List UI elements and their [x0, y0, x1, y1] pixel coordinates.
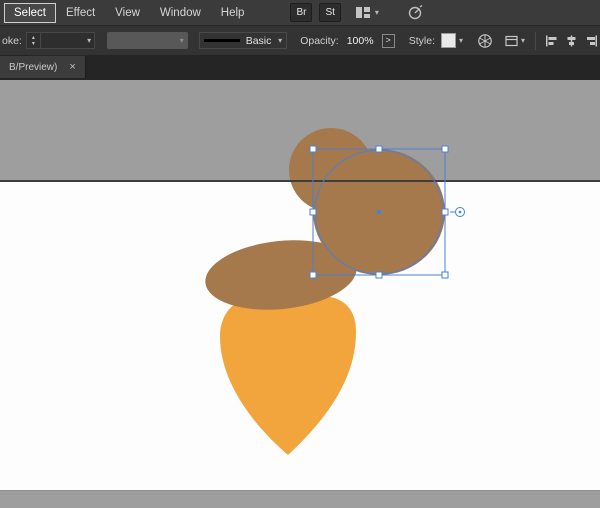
opacity-label: Opacity:: [300, 34, 339, 47]
variable-width-dropdown[interactable]: ▾: [107, 32, 188, 49]
selection-handle-e[interactable]: [441, 208, 449, 216]
artboard-top-edge: [0, 180, 600, 182]
document-tab-label: B/Preview): [9, 61, 58, 73]
selection-handle-se[interactable]: [441, 271, 449, 279]
menu-select[interactable]: Select: [4, 2, 56, 23]
menu-window[interactable]: Window: [150, 3, 211, 23]
selection-center-point[interactable]: [377, 210, 381, 214]
stroke-weight-field[interactable]: ▴ ▾ ▾: [25, 32, 96, 49]
chevron-down-icon: ▾: [459, 35, 464, 45]
selection-handle-nw[interactable]: [309, 145, 317, 153]
selection-handle-w[interactable]: [309, 208, 317, 216]
align-left-icon[interactable]: [545, 35, 558, 47]
menu-bar: Select Effect View Window Help Br St ▾: [0, 0, 600, 26]
chevron-down-icon[interactable]: ▾: [87, 36, 94, 45]
recolor-artwork-icon[interactable]: [477, 33, 493, 49]
chevron-down-icon: ▾: [521, 35, 526, 45]
close-icon[interactable]: ×: [69, 61, 75, 73]
align-right-icon[interactable]: [585, 35, 598, 47]
style-swatch: [441, 33, 457, 48]
brush-style-name: Basic: [245, 34, 272, 47]
align-center-icon[interactable]: [565, 35, 578, 47]
stepper-down-icon[interactable]: ▾: [27, 41, 40, 47]
selection-handle-ne[interactable]: [441, 145, 449, 153]
opacity-value[interactable]: 100%: [347, 35, 374, 47]
rotation-widget-dot: [458, 210, 462, 214]
control-bar: oke: ▴ ▾ ▾ ▾ Basic ▾ Opacity: 100% > Sty…: [0, 26, 600, 56]
graphic-style-dropdown[interactable]: ▾: [441, 33, 463, 48]
workspace-switcher-icon[interactable]: [355, 6, 371, 19]
document-tab-bar: B/Preview) ×: [0, 56, 600, 80]
artboard-bottom-edge: [0, 490, 600, 491]
chevron-down-icon[interactable]: ▾: [375, 8, 379, 17]
menu-effect[interactable]: Effect: [56, 3, 105, 23]
touch-workspace-icon[interactable]: [407, 5, 423, 20]
brush-stroke-preview: [203, 39, 240, 42]
brush-definition-dropdown[interactable]: Basic ▾: [198, 32, 288, 49]
stroke-weight-stepper[interactable]: ▴ ▾: [27, 33, 41, 48]
menu-view[interactable]: View: [105, 3, 150, 23]
stock-button[interactable]: St: [319, 3, 341, 22]
separator: [535, 31, 536, 50]
selection-handle-s[interactable]: [375, 271, 383, 279]
chevron-down-icon: ▾: [278, 35, 283, 45]
stroke-label-partial: oke:: [2, 34, 22, 47]
arrange-documents-icon[interactable]: ▾: [505, 35, 525, 47]
selection-handle-n[interactable]: [375, 145, 383, 153]
chevron-down-icon: ▾: [179, 35, 184, 45]
canvas-area: [0, 80, 600, 508]
menu-help[interactable]: Help: [211, 3, 255, 23]
document-tab[interactable]: B/Preview) ×: [0, 56, 86, 78]
selection-handle-sw[interactable]: [309, 271, 317, 279]
opacity-expand-button[interactable]: >: [381, 33, 395, 48]
style-label: Style:: [408, 34, 436, 47]
bridge-button[interactable]: Br: [290, 3, 313, 22]
align-buttons: [545, 35, 598, 47]
